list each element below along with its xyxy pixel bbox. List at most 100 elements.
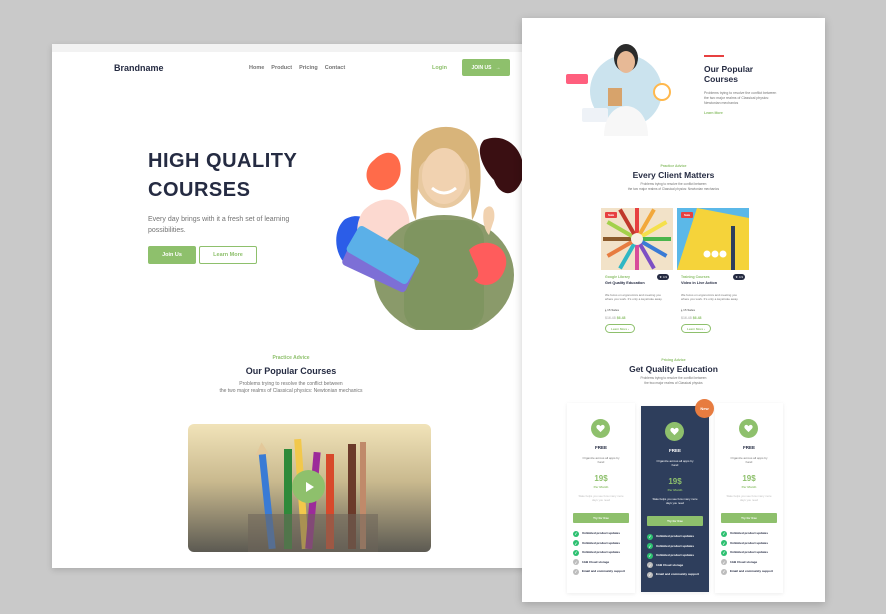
feature-label: 1GB Cloud storage	[582, 559, 610, 564]
plan-name: FREE	[668, 448, 681, 453]
hero-learn-more-button[interactable]: Learn More	[199, 246, 257, 264]
nav-contact[interactable]: Contact	[325, 65, 345, 71]
plan-feature: ✓ Unlimited product updates	[647, 532, 707, 542]
feature-label: Unlimited product updates	[582, 531, 621, 535]
plan-features: ✓ Unlimited product updates ✓ Unlimited pro…	[721, 529, 781, 577]
play-button[interactable]	[292, 470, 325, 503]
plan-feature: ✓ 1GB Cloud storage	[573, 558, 633, 568]
section-desc-line2: the two major realms of Classical physic…	[219, 388, 363, 394]
pricing-tag: Pricing Advice	[661, 358, 686, 362]
feature-label: 1GB Cloud storage	[730, 559, 758, 564]
plan-price: 19$	[668, 477, 682, 486]
plan-price: 19$	[742, 474, 756, 483]
section-desc-line1: Problems trying to resolve the conflict …	[239, 381, 343, 387]
feature-label: Email and community support	[582, 569, 626, 573]
plan-price: 19$	[594, 474, 608, 483]
login-link[interactable]: Login	[432, 65, 447, 71]
plan-feature: ✓ Email and community support	[573, 567, 633, 577]
plan-feature: ✓ 1GB Cloud storage	[647, 561, 707, 571]
arrow-right-icon: →	[495, 64, 501, 71]
course-video[interactable]	[188, 424, 431, 552]
top-desc: Problems trying to resolve the conflict …	[704, 91, 777, 105]
card-category[interactable]: Training Courses	[681, 275, 710, 279]
plan-feature: ✓ 1GB Cloud storage	[721, 558, 781, 568]
nav-home[interactable]: Home	[249, 65, 264, 71]
course-image: Sale	[677, 208, 749, 270]
plan-feature: ✓ Unlimited product updates	[573, 548, 633, 558]
plan-note: Slate helps you see how many more days y…	[652, 497, 698, 505]
feature-label: Unlimited product updates	[656, 543, 695, 548]
sales-count: 15 Sales	[607, 308, 620, 312]
feature-label: Unlimited product updates	[656, 553, 695, 557]
check-icon: ✓	[721, 549, 727, 556]
plan-feature: ✓ Unlimited product updates	[573, 529, 633, 539]
plan-desc: Organize across all apps by hand	[730, 456, 768, 464]
new-badge: New	[695, 399, 714, 418]
check-icon: ✓	[647, 562, 653, 569]
card-learn-more-button[interactable]: Learn More ›	[681, 324, 711, 333]
hero-text: Every day brings with it a fresh set of …	[148, 216, 290, 234]
plan-features: ✓ Unlimited product updates ✓ Unlimited pro…	[573, 529, 633, 577]
check-icon: ✓	[647, 533, 653, 540]
try-free-button[interactable]: Try for free	[647, 516, 703, 526]
card-text: We focus on ergonomics and meeting you w…	[681, 293, 739, 301]
hero-student-illustration	[336, 126, 524, 330]
check-icon: ✓	[647, 571, 653, 578]
section-title: Our Popular Courses	[245, 366, 337, 376]
check-icon: ✓	[647, 543, 653, 550]
course-card[interactable]: Sale Training Courses ★ 4.9 Video in Liv…	[677, 208, 749, 338]
card-price: $16.48 $6.48	[681, 316, 701, 320]
sale-badge: Sale	[681, 212, 694, 218]
join-us-button[interactable]: JOIN US →	[462, 59, 510, 76]
new-price: $6.48	[692, 316, 702, 320]
teacher-illustration	[566, 44, 671, 136]
card-price: $16.48 $6.48	[605, 316, 625, 320]
feature-label: Unlimited product updates	[656, 534, 695, 538]
clients-tag: Practice Advice	[660, 164, 687, 168]
card-rating: ★ 4.9	[657, 274, 669, 280]
feature-label: Unlimited product updates	[730, 550, 769, 554]
brand-logo[interactable]: Brandname	[114, 63, 164, 73]
plan-feature: ✓ Unlimited product updates	[647, 551, 707, 561]
card-sales: ⤓ 15 Sales	[605, 308, 620, 312]
card-learn-more-button[interactable]: Learn More ›	[605, 324, 635, 333]
plan-feature: ✓ Unlimited product updates	[573, 539, 633, 549]
old-price: $16.48	[681, 316, 692, 320]
heart-icon	[591, 419, 610, 438]
feature-label: Email and community support	[730, 569, 774, 573]
clients-desc-line2: the two major realms of Classical physic…	[627, 187, 720, 191]
check-icon: ✓	[573, 540, 579, 547]
try-free-button[interactable]: Try for free	[721, 513, 777, 523]
plan-name: FREE	[594, 445, 607, 450]
check-icon: ✓	[573, 549, 579, 556]
nav-pricing[interactable]: Pricing	[299, 65, 318, 71]
sale-badge: Sale	[605, 212, 618, 218]
plan-feature: ✓ Unlimited product updates	[721, 548, 781, 558]
feature-label: 1GB Cloud storage	[656, 562, 684, 567]
section-tag: Practice Advice	[272, 355, 310, 361]
feature-label: Unlimited product updates	[730, 540, 769, 545]
plan-features: ✓ Unlimited product updates ✓ Unlimited pro…	[647, 532, 707, 580]
course-card[interactable]: Sale Google Library ★ 4.9 Get Quality Ed…	[601, 208, 673, 338]
clients-title: Every Client Matters	[632, 170, 715, 180]
new-price: $6.48	[616, 316, 626, 320]
accent-line	[704, 55, 724, 57]
pricing-title: Get Quality Education	[629, 364, 718, 374]
plan-feature: ✓ Unlimited product updates	[721, 539, 781, 549]
card-category[interactable]: Google Library	[605, 275, 630, 279]
plan-feature: ✓ Email and community support	[721, 567, 781, 577]
plan-period: Per Month	[741, 485, 757, 489]
feature-label: Unlimited product updates	[582, 540, 621, 545]
main-nav: Home Product Pricing Contact	[249, 65, 345, 71]
hero-join-button[interactable]: Join Us	[148, 246, 196, 264]
landing-page-desktop: Brandname Home Product Pricing Contact L…	[52, 44, 530, 568]
plan-period: Per Month	[667, 488, 683, 492]
card-title[interactable]: Get Quality Education	[605, 281, 655, 286]
plan-feature: ✓ Email and community support	[647, 570, 707, 580]
try-free-button[interactable]: Try for free	[573, 513, 629, 523]
top-learn-more-link[interactable]: Learn More	[704, 111, 723, 115]
nav-product[interactable]: Product	[271, 65, 292, 71]
card-title[interactable]: Video in Live Action	[681, 281, 731, 286]
join-us-label: JOIN US	[471, 64, 492, 71]
pricing-plan-card: FREE Organize across all apps by hand 19$ P…	[641, 406, 709, 592]
